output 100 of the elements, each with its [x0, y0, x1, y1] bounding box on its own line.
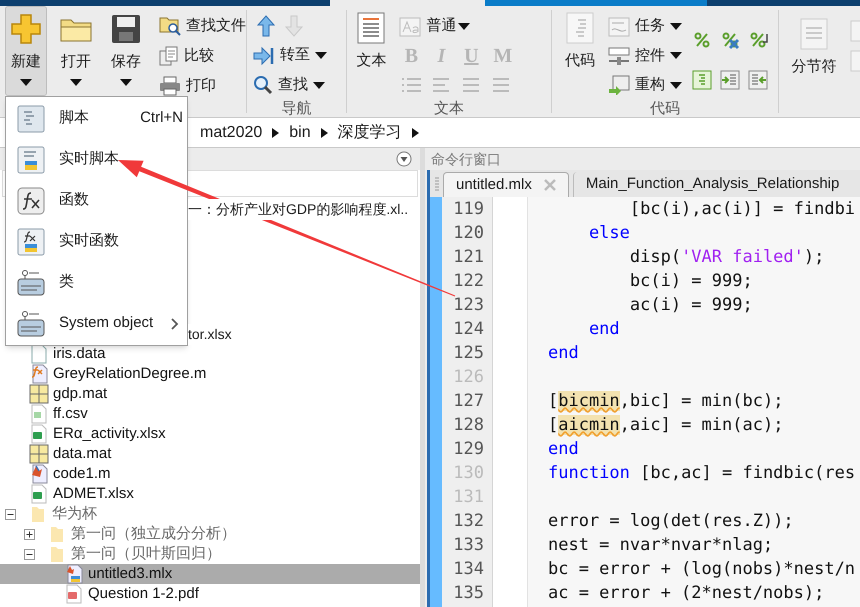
- text-button[interactable]: 文本: [353, 12, 390, 100]
- percent-icon[interactable]: [692, 30, 712, 50]
- line-number: 123: [452, 294, 485, 317]
- percent-wrap-icon[interactable]: [748, 30, 768, 50]
- path-segment[interactable]: 深度学习: [338, 120, 402, 144]
- line-number: 134: [452, 558, 485, 581]
- open-button[interactable]: 打开: [55, 6, 97, 96]
- close-icon[interactable]: [544, 179, 556, 191]
- file-row[interactable]: data.mat: [0, 444, 420, 464]
- file-row[interactable]: Question 1-2.pdf: [0, 584, 420, 604]
- class-icon: [17, 310, 45, 338]
- up-arrow-icon[interactable]: [257, 14, 276, 37]
- file-row[interactable]: 第一问（贝叶斯回归）: [0, 544, 420, 564]
- path-segment[interactable]: mat2020: [200, 120, 262, 144]
- smart-indent-icon[interactable]: [692, 70, 712, 90]
- file-row[interactable]: ff.csv: [0, 404, 420, 424]
- collapse-icon[interactable]: [5, 508, 16, 520]
- file-row[interactable]: 第一问（独立成分分析）: [0, 524, 420, 544]
- live-script-file-icon: [65, 564, 83, 584]
- line-number: 121: [452, 246, 485, 269]
- caret-icon: [313, 82, 326, 89]
- list-format-icon[interactable]: [461, 76, 482, 94]
- menu-item[interactable]: 脚本 Ctrl+N: [6, 98, 187, 139]
- save-button[interactable]: 保存: [105, 6, 147, 96]
- document-icon: [357, 12, 386, 44]
- caret-icon: [670, 82, 682, 89]
- caret-icon: [315, 52, 328, 59]
- document-icon[interactable]: [850, 20, 860, 42]
- line-number: 135: [452, 582, 485, 605]
- dropdown-icon[interactable]: [396, 151, 412, 167]
- menu-item[interactable]: 类: [6, 262, 187, 303]
- live-script-icon: [17, 146, 45, 174]
- editor-tab[interactable]: untitled.mlx: [443, 172, 569, 197]
- refactor-icon: [608, 75, 630, 96]
- line-number: 122: [452, 270, 485, 293]
- spreadsheet-file-icon: [31, 404, 47, 424]
- caret-icon: [20, 79, 32, 86]
- menu-item[interactable]: 实时函数: [6, 221, 187, 262]
- toolbar-button[interactable]: 比较: [159, 41, 246, 71]
- code-line: end: [548, 343, 579, 363]
- code-line: disp('VAR failed');: [628, 247, 824, 267]
- folder-icon: [49, 544, 65, 564]
- code-line: error = log(det(res.Z));: [548, 511, 794, 531]
- toolbar-dropdown[interactable]: 重构: [608, 70, 682, 100]
- toolbar-dropdown[interactable]: 任务: [608, 12, 682, 42]
- file-row[interactable]: ERα_activity.xlsx: [0, 424, 420, 444]
- list-format-icon[interactable]: [491, 76, 512, 94]
- group-label: 导航: [282, 100, 312, 118]
- pdf-file-icon: [66, 584, 82, 604]
- line-number: 133: [452, 534, 485, 557]
- file-row[interactable]: iris.data: [0, 344, 420, 364]
- toolbar-dropdown[interactable]: 控件: [608, 41, 682, 71]
- style-dropdown[interactable]: 普通: [426, 15, 470, 38]
- menu-item[interactable]: System object: [6, 303, 187, 344]
- file-row[interactable]: 华为杯: [0, 504, 420, 524]
- outdent-icon[interactable]: [748, 70, 768, 90]
- grid-file-icon: [29, 444, 49, 464]
- code-line: else: [588, 223, 630, 243]
- path-segment[interactable]: bin: [289, 120, 311, 144]
- collapse-icon[interactable]: [24, 548, 35, 560]
- caret-icon: [670, 23, 682, 30]
- document-icon[interactable]: [850, 50, 860, 72]
- documents-icon: [159, 46, 179, 66]
- file-row[interactable]: code1.m: [0, 464, 420, 484]
- expand-icon[interactable]: [24, 528, 35, 540]
- arrow-to-bar-icon: [253, 46, 276, 66]
- list-format-icon[interactable]: [431, 76, 452, 94]
- percent-delete-icon[interactable]: [720, 30, 740, 50]
- list-format-icon[interactable]: [401, 76, 422, 94]
- caret-icon: [70, 79, 82, 86]
- triangle-right-icon: [272, 128, 280, 138]
- folder-icon: [30, 504, 46, 524]
- slider-control-icon: [608, 46, 630, 66]
- file-row[interactable]: GreyRelationDegree.m: [0, 364, 420, 384]
- grid-file-icon: [29, 384, 49, 404]
- file-name[interactable]: 一：分析产业对GDP的影响程度.xl..: [188, 198, 408, 220]
- line-number: 120: [452, 222, 485, 245]
- code-line: function [bc,ac] = findbic(res: [548, 463, 856, 483]
- toolbar-dropdown[interactable]: 查找: [253, 70, 346, 100]
- file-row[interactable]: untitled3.mlx: [0, 564, 420, 584]
- document-icon: [566, 12, 594, 44]
- menu-item[interactable]: 实时脚本: [6, 139, 187, 180]
- toolbar-button[interactable]: 查找文件: [159, 11, 246, 41]
- new-button[interactable]: 新建: [5, 6, 47, 96]
- code-line: ac = error + (2*nest/nobs);: [548, 583, 824, 603]
- code-line: ac(i) = 999;: [628, 295, 753, 315]
- plus-icon: [10, 13, 42, 45]
- section-break-button[interactable]: 分节符: [788, 18, 840, 78]
- code-button[interactable]: 代码: [562, 12, 598, 100]
- function-fx-icon: [17, 186, 45, 214]
- file-row[interactable]: gdp.mat: [0, 384, 420, 404]
- group-label: 文本: [434, 100, 464, 118]
- indent-icon[interactable]: [720, 70, 740, 90]
- code-line: nest = nvar*nvar*nlag;: [548, 535, 774, 555]
- panel-title: 命令行窗口: [431, 150, 501, 168]
- line-number: 128: [452, 414, 485, 437]
- line-number: 125: [452, 342, 485, 365]
- toolbar-dropdown[interactable]: 转至: [253, 40, 346, 70]
- menu-item[interactable]: 函数: [6, 180, 187, 221]
- file-row[interactable]: ADMET.xlsx: [0, 484, 420, 504]
